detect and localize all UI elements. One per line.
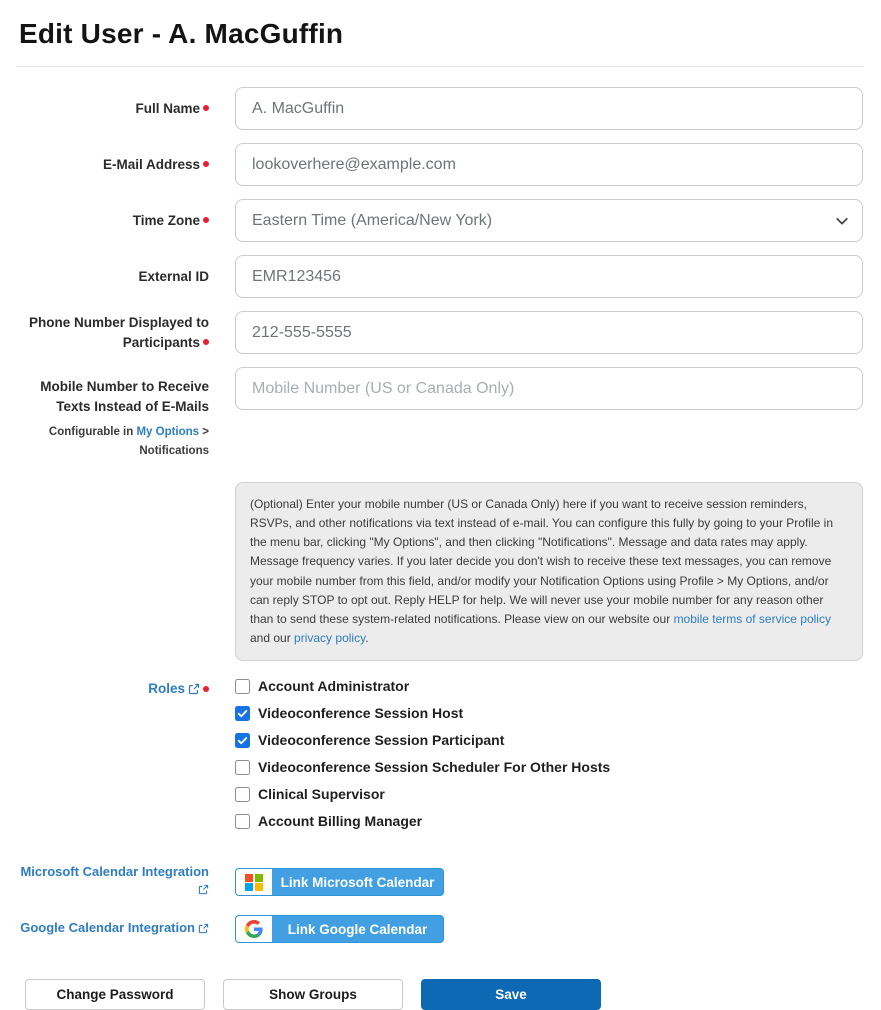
full-name-row: Full Name [17,87,864,130]
roles-row: Roles Account Administrator Videoconfere… [17,678,864,840]
external-link-icon [198,883,209,900]
role-account-billing-manager[interactable]: Account Billing Manager [235,813,863,829]
microsoft-integration-row: Microsoft Calendar Integration Link Micr… [17,864,864,900]
role-clinical-supervisor[interactable]: Clinical Supervisor [235,786,863,802]
checkbox-icon[interactable] [235,679,250,694]
my-options-link[interactable]: My Options [136,426,199,438]
microsoft-integration-link[interactable]: Microsoft Calendar Integration [17,864,209,900]
title-divider [17,66,864,67]
link-microsoft-calendar-button[interactable]: Link Microsoft Calendar [235,868,444,896]
edit-user-page: Edit User - A. MacGuffin Full Name E-Mai… [0,0,881,1010]
time-zone-select[interactable]: Eastern Time (America/New York) [235,199,863,242]
roles-label: Roles [17,678,209,840]
required-marker [203,161,209,167]
time-zone-row: Time Zone Eastern Time (America/New York… [17,199,864,242]
external-link-icon [188,681,200,701]
email-row: E-Mail Address [17,143,864,186]
email-input[interactable] [235,143,863,186]
checkbox-icon[interactable] [235,760,250,775]
role-videoconference-session-participant[interactable]: Videoconference Session Participant [235,732,863,748]
full-name-input[interactable] [235,87,863,130]
microsoft-logo-icon [236,869,272,895]
external-link-icon [198,922,209,939]
mobile-label: Mobile Number to Receive Texts Instead o… [17,367,209,460]
checkbox-icon[interactable] [235,814,250,829]
mobile-number-input[interactable] [235,367,863,410]
required-marker [203,217,209,223]
checkbox-icon[interactable] [235,706,250,721]
role-account-administrator[interactable]: Account Administrator [235,678,863,694]
role-videoconference-session-host[interactable]: Videoconference Session Host [235,705,863,721]
time-zone-label: Time Zone [17,211,209,231]
save-button[interactable]: Save [421,979,601,1010]
required-marker [203,105,209,111]
change-password-button[interactable]: Change Password [25,979,205,1010]
role-videoconference-session-scheduler[interactable]: Videoconference Session Scheduler For Ot… [235,759,863,775]
external-id-row: External ID [17,255,864,298]
external-id-label: External ID [17,267,209,287]
mobile-config-note: Configurable in My Options > Notificatio… [17,423,209,460]
link-google-calendar-button[interactable]: Link Google Calendar [235,915,444,943]
phone-row: Phone Number Displayed to Participants [17,311,864,354]
show-groups-button[interactable]: Show Groups [223,979,403,1010]
footer-actions: Change Password Show Groups Save [25,979,864,1010]
phone-input[interactable] [235,311,863,354]
roles-link[interactable]: Roles [148,681,185,696]
google-logo-icon [236,916,272,942]
checkbox-icon[interactable] [235,733,250,748]
mobile-row: Mobile Number to Receive Texts Instead o… [17,367,864,460]
roles-checkbox-list: Account Administrator Videoconference Se… [235,678,863,840]
mobile-info-row: (Optional) Enter your mobile number (US … [17,482,864,662]
required-marker [203,339,209,345]
external-id-input[interactable] [235,255,863,298]
checkbox-icon[interactable] [235,787,250,802]
google-integration-link[interactable]: Google Calendar Integration [17,920,209,939]
page-title: Edit User - A. MacGuffin [19,18,864,50]
mobile-info-box: (Optional) Enter your mobile number (US … [235,482,863,662]
full-name-label: Full Name [17,99,209,119]
mobile-terms-link[interactable]: mobile terms of service policy [674,612,831,626]
privacy-policy-link[interactable]: privacy policy [294,631,365,645]
email-label: E-Mail Address [17,155,209,175]
required-marker [203,686,209,692]
google-integration-row: Google Calendar Integration Link Google … [17,915,864,943]
phone-label: Phone Number Displayed to Participants [17,313,209,352]
